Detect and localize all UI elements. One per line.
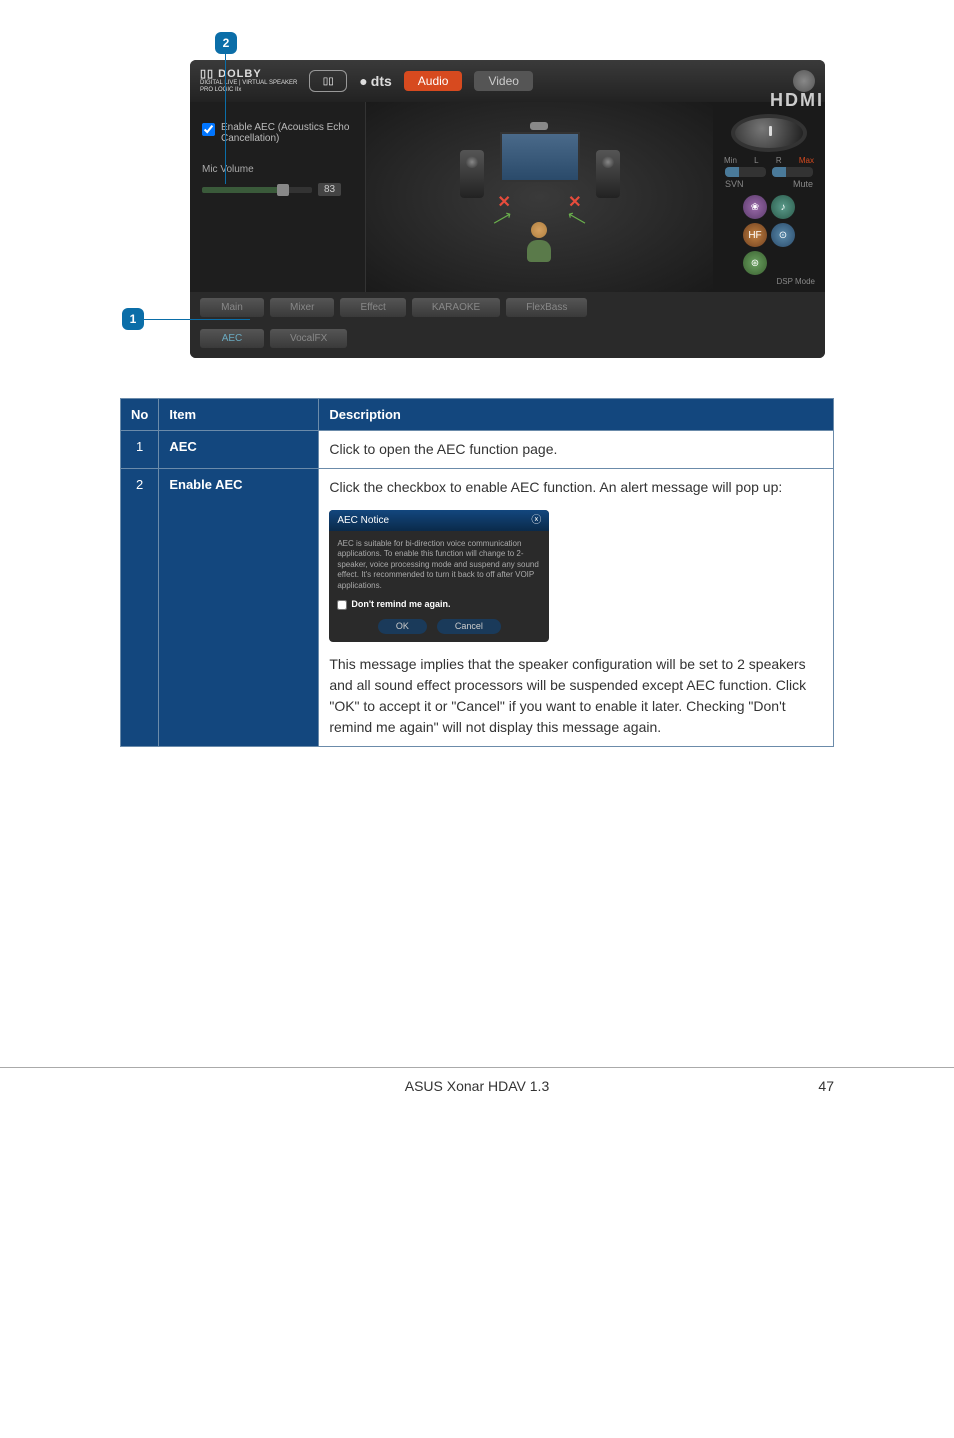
info-table: No Item Description 1 AEC Click to open …	[120, 398, 834, 747]
description-text: Click the checkbox to enable AEC functio…	[329, 477, 823, 498]
dolby-logo: ▯▯ DOLBY DIGITAL LIVE | VIRTUAL SPEAKER …	[200, 68, 297, 93]
cancel-x-icon: ✕	[498, 192, 511, 212]
hdmi-logo: HDMI	[770, 90, 824, 111]
table-row: 1 AEC Click to open the AEC function pag…	[121, 431, 834, 469]
app-tabs: Main Mixer Effect KARAOKE FlexBass AEC V…	[190, 292, 825, 358]
dont-remind-label: Don't remind me again.	[351, 599, 450, 611]
dont-remind-input[interactable]	[337, 600, 347, 610]
volume-labels: Min L R Max	[724, 156, 814, 165]
app-screenshot: 2 1 HDMI ▯▯ DOLBY DIGITAL LIVE | VIRTUAL…	[130, 60, 834, 358]
dialog-titlebar: AEC Notice ⓧ	[329, 510, 549, 531]
row-no: 2	[121, 469, 159, 747]
col-header-no: No	[121, 399, 159, 431]
person-icon	[525, 222, 553, 262]
volume-knob[interactable]	[731, 114, 807, 152]
tab-effect[interactable]: Effect	[340, 298, 405, 317]
dsp-hf-button[interactable]: HF	[743, 223, 767, 247]
dsp-button-2[interactable]: ♪	[771, 195, 795, 219]
dts-logo: ●dts	[359, 73, 391, 89]
dolby-box-icon: ▯▯	[309, 70, 347, 92]
dsp-button-5[interactable]: ⊛	[743, 251, 767, 275]
page-footer: ASUS Xonar HDAV 1.3 47	[0, 1067, 954, 1134]
dsp-button-1[interactable]: ❀	[743, 195, 767, 219]
dsp-button-4[interactable]: ⊙	[771, 223, 795, 247]
webcam-icon	[530, 122, 548, 130]
left-panel: Enable AEC (Acoustics Echo Cancellation)…	[190, 102, 366, 292]
tv-screen-icon	[500, 132, 580, 182]
table-row: 2 Enable AEC Click the checkbox to enabl…	[121, 469, 834, 747]
slider-thumb[interactable]	[277, 184, 289, 196]
globe-icon[interactable]	[793, 70, 815, 92]
row-item: Enable AEC	[159, 469, 319, 747]
col-header-item: Item	[159, 399, 319, 431]
tab-main[interactable]: Main	[200, 298, 264, 317]
col-header-description: Description	[319, 399, 834, 431]
dont-remind-checkbox[interactable]: Don't remind me again.	[337, 599, 541, 611]
tab-flexbass[interactable]: FlexBass	[506, 298, 587, 317]
cancel-button[interactable]: Cancel	[437, 619, 501, 635]
close-icon[interactable]: ⓧ	[531, 513, 541, 528]
mic-volume-slider[interactable]	[202, 187, 312, 193]
aec-checkbox-label: Enable AEC (Acoustics Echo Cancellation)	[221, 122, 353, 144]
footer-product: ASUS Xonar HDAV 1.3	[405, 1078, 549, 1094]
speaker-left-icon	[460, 150, 484, 198]
row-no: 1	[121, 431, 159, 469]
video-tab[interactable]: Video	[474, 71, 532, 91]
footer-page-number: 47	[818, 1078, 834, 1094]
app-header: ▯▯ DOLBY DIGITAL LIVE | VIRTUAL SPEAKER …	[190, 60, 825, 102]
center-visualization: ⟶ ⟶ ✕ ✕	[366, 102, 713, 292]
speaker-right-icon	[596, 150, 620, 198]
cancel-x-icon: ✕	[568, 192, 581, 212]
row-item: AEC	[159, 431, 319, 469]
callout-badge-1: 1	[122, 308, 144, 330]
balance-slider-right[interactable]	[772, 167, 813, 177]
tab-vocalfx[interactable]: VocalFX	[270, 329, 347, 348]
mic-volume-value: 83	[318, 183, 341, 196]
aec-notice-dialog: AEC Notice ⓧ AEC is suitable for bi-dire…	[329, 510, 549, 642]
right-panel: Min L R Max SVN Mute ❀ ♪	[713, 102, 825, 292]
dsp-mode-label: DSP Mode	[719, 277, 819, 286]
tab-karaoke[interactable]: KARAOKE	[412, 298, 500, 317]
description-text: This message implies that the speaker co…	[329, 654, 823, 738]
callout-line	[225, 54, 226, 184]
balance-slider-left[interactable]	[725, 167, 766, 177]
row-description: Click the checkbox to enable AEC functio…	[319, 469, 834, 747]
ok-button[interactable]: OK	[378, 619, 427, 635]
svn-mute-labels: SVN Mute	[725, 179, 813, 189]
row-description: Click to open the AEC function page.	[319, 431, 834, 469]
aec-checkbox-input[interactable]	[202, 123, 215, 136]
dialog-title: AEC Notice	[337, 513, 389, 528]
tab-mixer[interactable]: Mixer	[270, 298, 334, 317]
tab-aec[interactable]: AEC	[200, 329, 264, 348]
audio-tab[interactable]: Audio	[404, 71, 463, 91]
app-window: HDMI ▯▯ DOLBY DIGITAL LIVE | VIRTUAL SPE…	[190, 60, 825, 358]
callout-badge-2: 2	[215, 32, 237, 54]
callout-line	[144, 319, 250, 320]
dialog-body-text: AEC is suitable for bi-direction voice c…	[337, 539, 541, 591]
